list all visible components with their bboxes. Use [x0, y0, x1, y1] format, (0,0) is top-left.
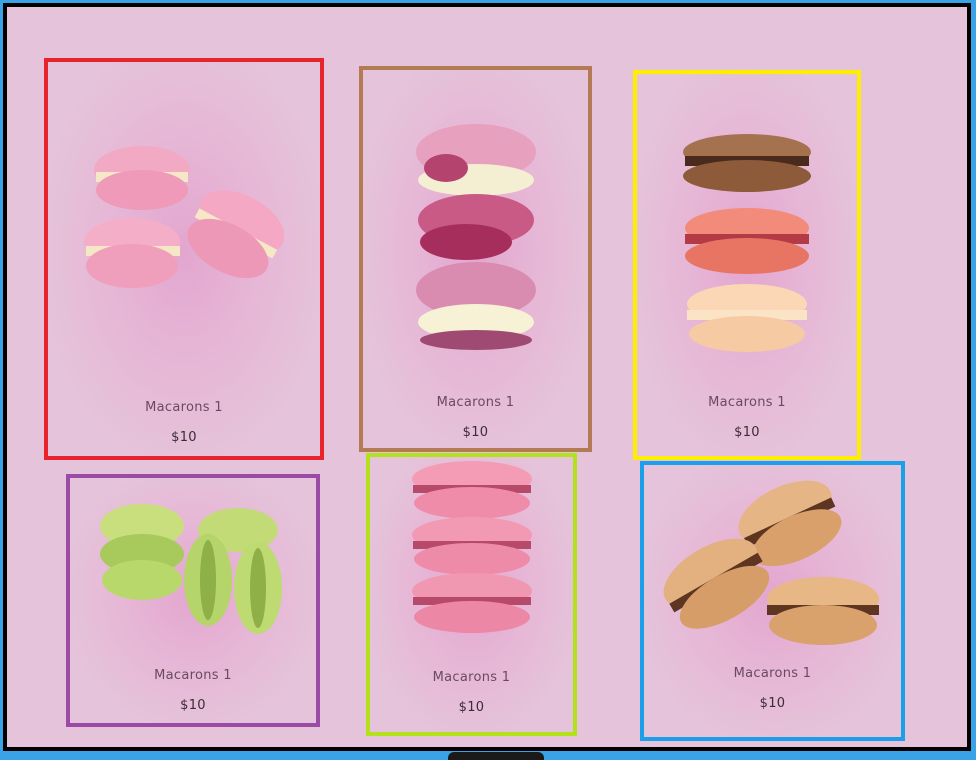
pink-macaron-stack-image [370, 459, 573, 639]
product-grid: Macarons 1 $10 Macarons 1 $10 Macarons 1… [7, 7, 967, 747]
product-card[interactable]: Macarons 1 $10 [359, 66, 592, 452]
product-price: $10 [171, 430, 197, 445]
browser-frame: Macarons 1 $10 Macarons 1 $10 Macarons 1… [3, 3, 971, 751]
product-card[interactable]: Macarons 1 $10 [640, 461, 905, 741]
product-name: Macarons 1 [432, 670, 511, 685]
product-price: $10 [462, 425, 489, 440]
pink-macarons-cluster-image [48, 142, 320, 312]
product-name: Macarons 1 [708, 395, 786, 410]
product-name: Macarons 1 [154, 668, 232, 683]
chocolate-strawberry-vanilla-macaron-stack-image [637, 132, 857, 356]
product-card[interactable]: Macarons 1 $10 [66, 474, 320, 727]
product-price: $10 [759, 696, 786, 711]
caramel-macarons-cluster-image [644, 471, 901, 651]
bottom-handle [448, 752, 544, 760]
product-name: Macarons 1 [145, 400, 223, 415]
product-price: $10 [180, 698, 206, 713]
product-card[interactable]: Macarons 1 $10 [44, 58, 324, 460]
bitten-raspberry-macaron-stack-image [363, 122, 588, 352]
product-card[interactable]: Macarons 1 $10 [633, 70, 861, 460]
product-price: $10 [734, 425, 760, 440]
product-name: Macarons 1 [733, 666, 812, 681]
product-card[interactable]: Macarons 1 $10 [366, 453, 577, 736]
product-price: $10 [458, 700, 485, 715]
pistachio-macarons-cluster-image [70, 502, 316, 642]
product-name: Macarons 1 [436, 395, 515, 410]
